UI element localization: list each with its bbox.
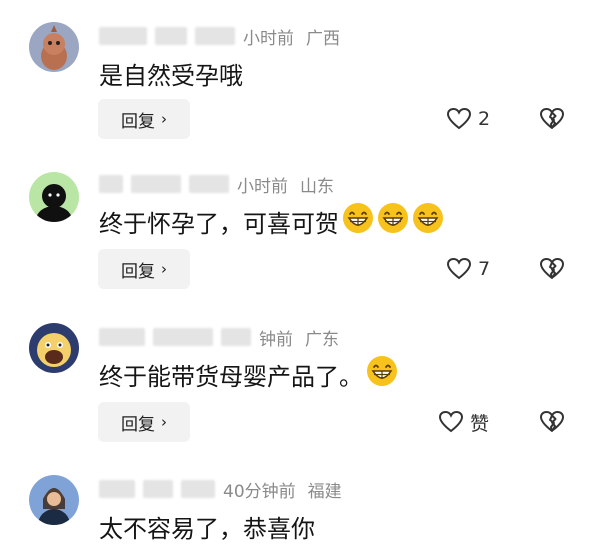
username-blurred[interactable] [99,27,147,45]
comment-text: 太不容易了，恭喜你 [99,514,315,543]
comment-text: 终于能带货母婴产品了。 [99,355,398,393]
like-count: 赞 [470,412,490,435]
avatar[interactable] [29,22,79,72]
username-blurred [155,27,187,45]
heart-icon [446,257,472,280]
heart-icon [446,107,472,130]
reply-button[interactable]: 回复 › [98,99,190,139]
comment-location: 广西 [306,28,340,49]
comment-time: 钟前 [259,329,293,350]
comment-time: 40分钟前 [223,481,296,502]
username-blurred [189,175,229,193]
comment-time: 小时前 [243,28,294,49]
chevron-right-icon: › [161,413,167,431]
grinning-emoji [343,203,373,233]
comment-item: 小时前 山东 终于怀孕了，可喜可贺 回复 › 7 [0,150,600,300]
grinning-emoji [378,203,408,233]
like-count: 2 [478,108,491,130]
chevron-right-icon: › [161,110,167,128]
comment-meta: 小时前 山东 [99,172,334,197]
grinning-emoji [413,203,443,233]
comment-location: 山东 [300,176,334,197]
broken-heart-icon [540,258,564,279]
avatar[interactable] [29,475,79,525]
dislike-button[interactable] [538,402,566,442]
reply-button[interactable]: 回复 › [98,402,190,442]
username-blurred[interactable] [99,480,135,498]
comment-meta: 小时前 广西 [99,24,340,49]
broken-heart-icon [540,411,564,432]
comment-text: 终于怀孕了，可喜可贺 [99,202,444,240]
comment-item: 小时前 广西 是自然受孕哦 回复 › 2 [0,0,600,150]
username-blurred[interactable] [99,175,123,193]
username-blurred [131,175,181,193]
avatar[interactable] [29,323,79,373]
like-button[interactable]: 7 [446,249,490,289]
comment-item: 钟前 广东 终于能带货母婴产品了。 回复 › 赞 [0,303,600,453]
reply-button[interactable]: 回复 › [98,249,190,289]
username-blurred[interactable] [99,328,145,346]
grinning-emoji [367,356,397,386]
username-blurred [181,480,215,498]
dislike-button[interactable] [538,99,566,139]
comment-location: 广东 [305,329,339,350]
avatar[interactable] [29,172,79,222]
username-blurred [195,27,235,45]
broken-heart-icon [540,108,564,129]
comment-location: 福建 [307,481,342,502]
comment-meta: 钟前 广东 [99,325,339,350]
comment-text: 是自然受孕哦 [99,61,243,90]
username-blurred [143,480,173,498]
comment-item: 40分钟前 福建 太不容易了，恭喜你 [0,455,600,551]
heart-icon [438,410,464,433]
like-button[interactable]: 2 [446,99,490,139]
like-button[interactable]: 赞 [438,402,489,442]
comment-meta: 40分钟前 福建 [99,477,342,502]
chevron-right-icon: › [161,260,167,278]
username-blurred [153,328,213,346]
username-blurred [221,328,251,346]
dislike-button[interactable] [538,249,566,289]
comment-time: 小时前 [237,176,288,197]
like-count: 7 [478,258,491,280]
